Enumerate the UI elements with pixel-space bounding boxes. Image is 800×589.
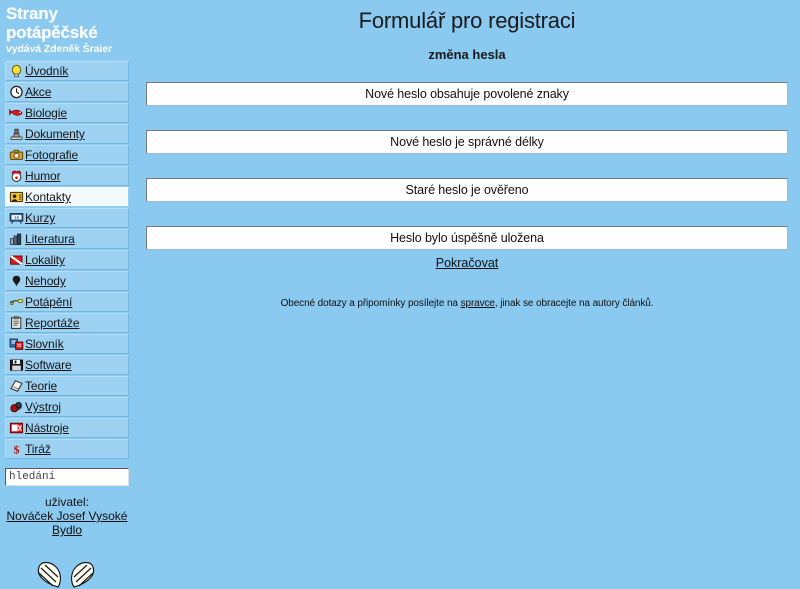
- sidebar-item-kurzy[interactable]: 10 Kurzy: [5, 208, 129, 228]
- site-brand: Strany potápěčské vydává Zdeněk Šraier: [0, 0, 134, 56]
- sidebar-item-label: Výstroj: [25, 400, 61, 414]
- search-container: [5, 467, 129, 486]
- user-name-link[interactable]: Nováček Josef Vysoké Bydlo: [0, 509, 134, 537]
- continue-container: Pokračovat: [134, 255, 800, 270]
- book-icon: [8, 378, 25, 394]
- status-message-box: Heslo bylo úspěšně uložena: [146, 226, 788, 250]
- stamp-icon: [8, 126, 25, 142]
- search-input[interactable]: [5, 468, 129, 486]
- sidebar-item-teorie[interactable]: Teorie: [5, 376, 129, 396]
- dive-flag-icon: [8, 252, 25, 268]
- sidebar-item-label: Teorie: [25, 379, 58, 393]
- sidebar-item-software[interactable]: Software: [5, 355, 129, 375]
- footer-text-after: , jinak se obracejte na autory článků.: [494, 298, 654, 309]
- svg-text:10: 10: [14, 216, 20, 221]
- sidebar-item-label: Reportáže: [25, 316, 80, 330]
- brand-title-line1: Strany: [6, 4, 58, 23]
- sidebar-item-nastroje[interactable]: Nástroje: [5, 418, 129, 438]
- sidebar-item-label: Úvodník: [25, 64, 69, 78]
- sidebar-item-akce[interactable]: Akce: [5, 82, 129, 102]
- sidebar-item-label: Lokality: [25, 253, 65, 267]
- sidebar-item-slovnik[interactable]: Slovník: [5, 334, 129, 354]
- page-title: Formulář pro registraci: [358, 8, 576, 33]
- brand-title-line2: potápěčské: [6, 23, 98, 42]
- sidebar-item-label: Kontakty: [25, 190, 71, 204]
- continue-link[interactable]: Pokračovat: [436, 256, 499, 270]
- dictionary-icon: [8, 336, 25, 352]
- camera-icon: [8, 147, 25, 163]
- scuba-gear-icon: [8, 399, 25, 415]
- sidebar-item-label: Humor: [25, 169, 61, 183]
- tools-icon: [8, 420, 25, 436]
- blackboard-icon: 10: [8, 210, 25, 226]
- buoy-icon: [8, 273, 25, 289]
- sidebar-item-lokality[interactable]: Lokality: [5, 250, 129, 270]
- sidebar-item-humor[interactable]: Humor: [5, 166, 129, 186]
- sidebar-item-nehody[interactable]: Nehody: [5, 271, 129, 291]
- sidebar-item-label: Kurzy: [25, 211, 56, 225]
- page-subtitle: změna hesla: [428, 47, 506, 62]
- sidebar: Strany potápěčské vydává Zdeněk Šraier Ú…: [0, 0, 134, 588]
- sidebar-item-reportaze[interactable]: Reportáže: [5, 313, 129, 333]
- floppy-disk-icon: [8, 357, 25, 373]
- sidebar-nav: Úvodník Akce Biologie Dokumenty Fotografie Hu…: [0, 61, 134, 459]
- sidebar-item-dokumenty[interactable]: Dokumenty: [5, 124, 129, 144]
- sidebar-item-label: Potápění: [25, 295, 73, 309]
- svg-text:$: $: [14, 442, 20, 456]
- user-info: uživatel: Nováček Josef Vysoké Bydlo: [0, 495, 134, 537]
- brand-subtitle: vydává Zdeněk Šraier: [6, 43, 112, 55]
- sidebar-item-biologie[interactable]: Biologie: [5, 103, 129, 123]
- user-label: uživatel:: [44, 495, 90, 509]
- diver-icon: [8, 294, 25, 310]
- sidebar-item-fotografie[interactable]: Fotografie: [5, 145, 129, 165]
- clipboard-icon: [8, 315, 25, 331]
- sidebar-item-label: Nástroje: [25, 421, 69, 435]
- dollar-sign-icon: $: [8, 441, 25, 457]
- main-content: Formulář pro registraci změna hesla Nové…: [134, 0, 800, 570]
- clock-face-icon: [8, 84, 25, 100]
- footer-text-before: Obecné dotazy a připomínky posílejte na: [280, 298, 461, 309]
- sidebar-item-label: Software: [25, 358, 72, 372]
- books-icon: [8, 231, 25, 247]
- sidebar-item-literatura[interactable]: Literatura: [5, 229, 129, 249]
- sidebar-item-label: Dokumenty: [25, 127, 85, 141]
- sidebar-item-label: Nehody: [25, 274, 66, 288]
- sidebar-item-label: Fotografie: [25, 148, 79, 162]
- sidebar-item-potapeni[interactable]: Potápění: [5, 292, 129, 312]
- lightbulb-icon: [8, 63, 25, 79]
- sidebar-item-label: Biologie: [25, 106, 67, 120]
- footer-note: Obecné dotazy a připomínky posílejte na …: [134, 298, 800, 309]
- sidebar-item-label: Literatura: [25, 232, 75, 246]
- sidebar-item-label: Slovník: [25, 337, 64, 351]
- sidebar-item-label: Tiráž: [25, 442, 51, 456]
- page-root: Strany potápěčské vydává Zdeněk Šraier Ú…: [0, 0, 800, 588]
- status-message-list: Nové heslo obsahuje povolené znaky Nové h…: [134, 82, 800, 250]
- fish-icon: [8, 105, 25, 121]
- swim-fins-icon: [0, 555, 134, 589]
- sidebar-item-uvodnik[interactable]: Úvodník: [5, 61, 129, 81]
- sidebar-item-tiraz[interactable]: $ Tiráž: [5, 439, 129, 459]
- status-message-box: Nové heslo obsahuje povolené znaky: [146, 82, 788, 106]
- status-message-box: Nové heslo je správné délky: [146, 130, 788, 154]
- sidebar-item-vystroj[interactable]: Výstroj: [5, 397, 129, 417]
- sidebar-item-kontakty[interactable]: Kontakty: [5, 187, 129, 207]
- status-message-box: Staré heslo je ověřeno: [146, 178, 788, 202]
- sidebar-item-label: Akce: [25, 85, 52, 99]
- clown-icon: [8, 168, 25, 184]
- address-card-icon: [8, 189, 25, 205]
- footer-admin-link[interactable]: spravce: [461, 298, 495, 309]
